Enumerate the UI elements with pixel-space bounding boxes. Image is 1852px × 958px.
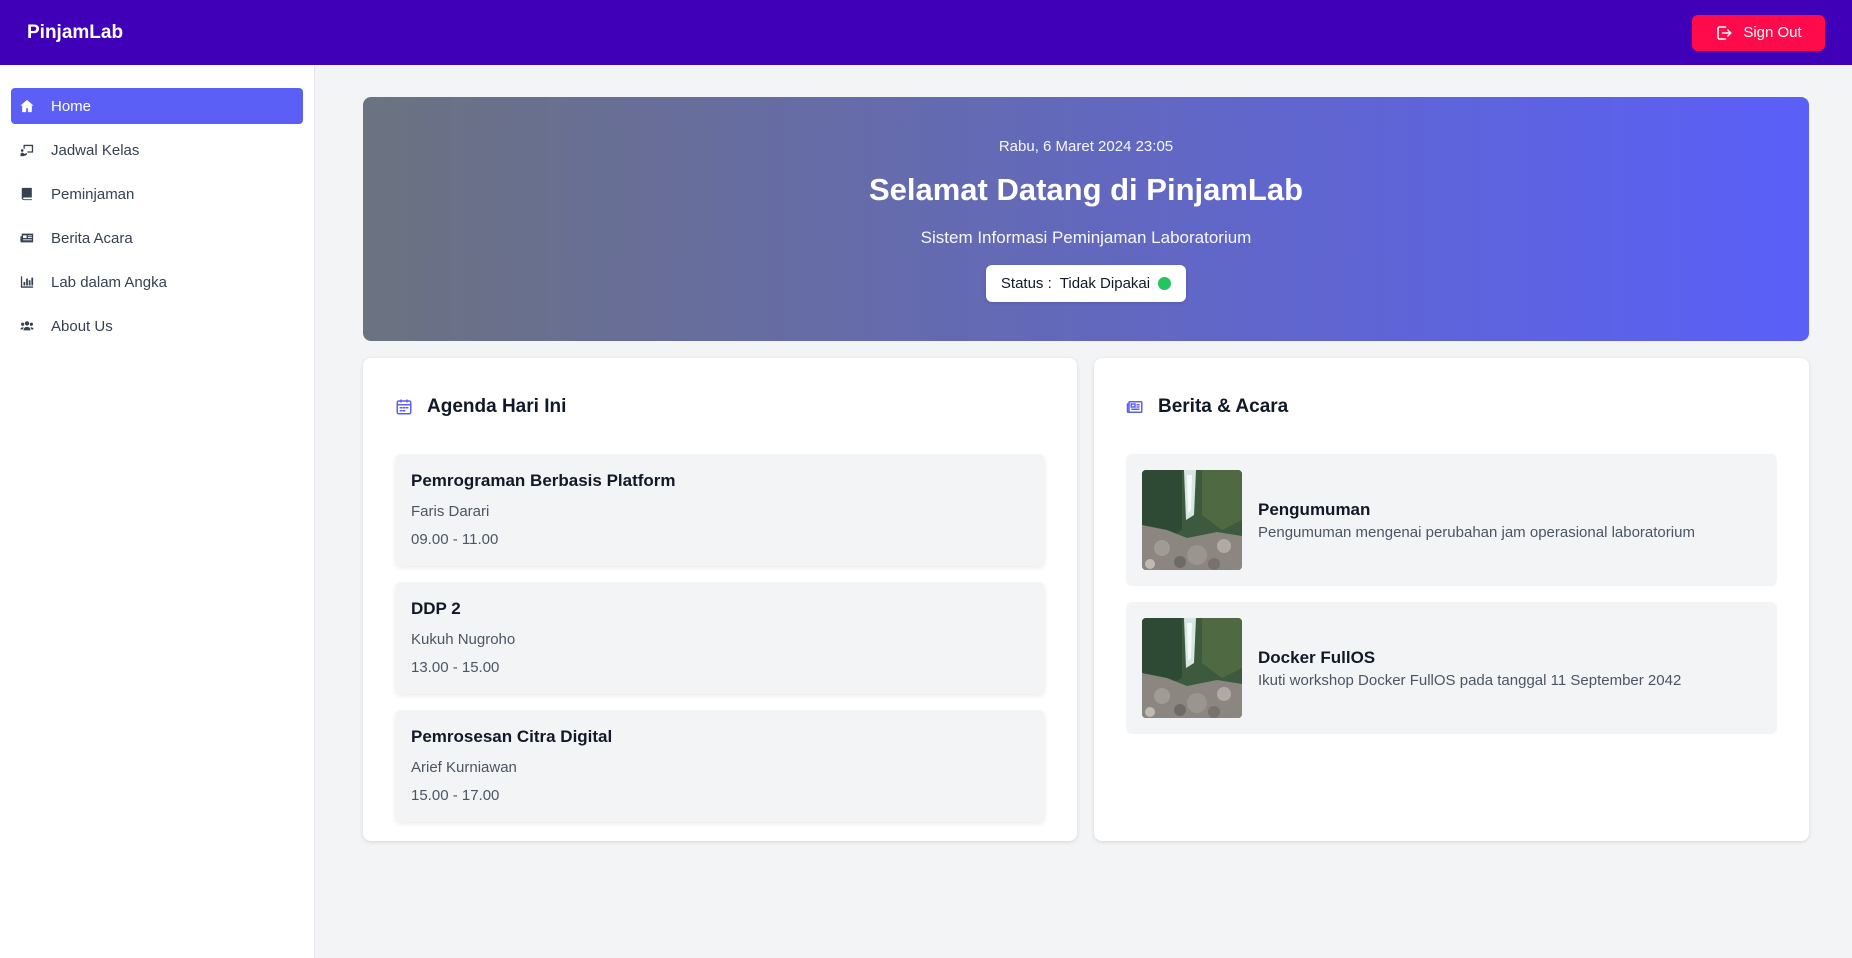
news-item[interactable]: Pengumuman Pengumuman mengenai perubahan… (1126, 454, 1777, 586)
top-navbar: PinjamLab Sign Out (0, 0, 1852, 65)
news-item[interactable]: Docker FullOS Ikuti workshop Docker Full… (1126, 602, 1777, 734)
news-text: Pengumuman Pengumuman mengenai perubahan… (1258, 500, 1695, 541)
agenda-course: DDP 2 (411, 599, 461, 618)
sidebar: Home Jadwal Kelas Peminjaman Berita Acar… (0, 65, 315, 958)
agenda-time: 15.00 - 17.00 (411, 787, 500, 804)
news-card: Berita & Acara Pengumuman Pengumuman men… (1094, 358, 1809, 841)
agenda-item[interactable]: Pemrograman Berbasis Platform Faris Dara… (395, 454, 1045, 566)
status-badge: Status : Tidak Dipakai (986, 265, 1186, 302)
agenda-course: Pemrosesan Citra Digital (411, 727, 613, 746)
page-subtitle: Sistem Informasi Peminjaman Laboratorium (920, 228, 1252, 247)
agenda-header: Agenda Hari Ini (395, 390, 1045, 424)
agenda-item[interactable]: DDP 2 Kukuh Nugroho 13.00 - 15.00 (395, 582, 1045, 694)
sidebar-item-label: Lab dalam Angka (51, 273, 167, 291)
sidebar-item-label: Berita Acara (51, 229, 133, 247)
news-item-desc: Ikuti workshop Docker FullOS pada tangga… (1258, 671, 1682, 689)
brand-logo[interactable]: PinjamLab (27, 22, 123, 44)
sign-out-button[interactable]: Sign Out (1692, 14, 1825, 51)
calendar-icon (396, 399, 412, 415)
newspaper-icon (1126, 401, 1143, 413)
sign-out-icon (1717, 25, 1732, 40)
news-text: Docker FullOS Ikuti workshop Docker Full… (1258, 648, 1681, 689)
sidebar-item-label: Home (51, 97, 92, 115)
agenda-teacher: Faris Darari (411, 503, 490, 520)
agenda-card: Agenda Hari Ini Pemrograman Berbasis Pla… (363, 358, 1077, 841)
status-value: Tidak Dipakai (1059, 275, 1151, 292)
agenda-time: 13.00 - 15.00 (411, 659, 500, 676)
agenda-item[interactable]: Pemrosesan Citra Digital Arief Kurniawan… (395, 710, 1045, 822)
news-header: Berita & Acara (1126, 390, 1777, 424)
status-label: Status : (1000, 275, 1052, 292)
agenda-teacher: Kukuh Nugroho (411, 631, 516, 648)
news-thumbnail (1142, 470, 1242, 570)
sidebar-item-about-us[interactable]: About Us (11, 308, 303, 344)
sidebar-item-peminjaman[interactable]: Peminjaman (11, 176, 303, 212)
news-title: Berita & Acara (1158, 396, 1289, 417)
newspaper-icon (19, 230, 35, 246)
chalkboard-icon (19, 142, 35, 158)
book-icon (19, 186, 35, 202)
agenda-title: Agenda Hari Ini (427, 396, 567, 417)
current-datetime: Rabu, 6 Maret 2024 23:05 (998, 138, 1174, 155)
sign-out-label: Sign Out (1743, 24, 1802, 41)
home-icon (19, 98, 35, 114)
sidebar-item-lab-dalam-angka[interactable]: Lab dalam Angka (11, 264, 303, 300)
agenda-course: Pemrograman Berbasis Platform (411, 471, 676, 490)
users-icon (19, 318, 35, 334)
news-thumbnail (1142, 618, 1242, 718)
agenda-teacher: Arief Kurniawan (411, 759, 517, 776)
sidebar-item-label: About Us (51, 317, 113, 335)
sidebar-item-jadwal-kelas[interactable]: Jadwal Kelas (11, 132, 303, 168)
news-item-desc: Pengumuman mengenai perubahan jam operas… (1258, 523, 1695, 541)
bar-chart-icon (19, 274, 35, 290)
news-item-title: Docker FullOS (1258, 647, 1376, 667)
welcome-banner: Rabu, 6 Maret 2024 23:05 Selamat Datang … (363, 97, 1809, 341)
sidebar-item-berita-acara[interactable]: Berita Acara (11, 220, 303, 256)
news-item-title: Pengumuman (1258, 499, 1371, 519)
agenda-time: 09.00 - 11.00 (411, 531, 499, 548)
sidebar-item-label: Jadwal Kelas (51, 141, 140, 159)
status-indicator-dot (1158, 277, 1172, 290)
sidebar-item-home[interactable]: Home (11, 88, 303, 124)
sidebar-item-label: Peminjaman (51, 185, 135, 203)
page-title: Selamat Datang di PinjamLab (868, 172, 1304, 207)
